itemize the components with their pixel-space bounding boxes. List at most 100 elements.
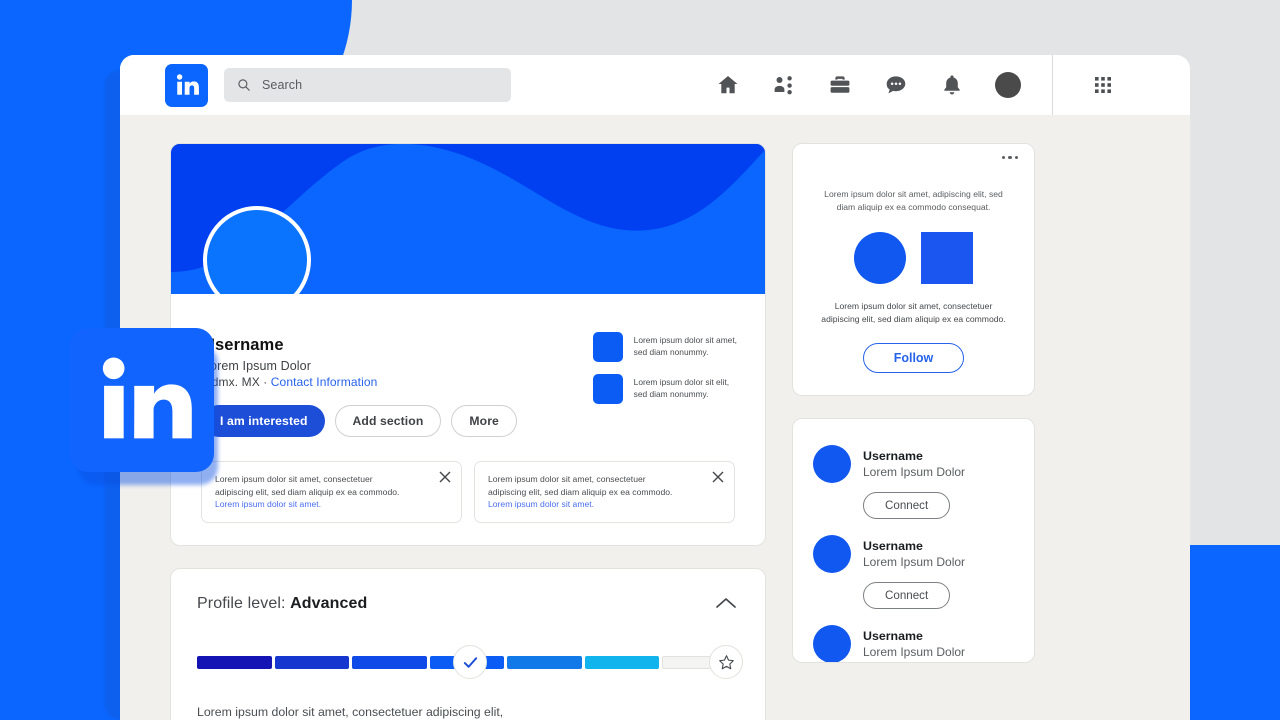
progress-segment bbox=[352, 656, 427, 670]
follow-card-bottom-text: Lorem ipsum dolor sit amet, consectetuer… bbox=[821, 300, 1006, 324]
header-nav bbox=[700, 55, 1131, 115]
linkedin-logo-icon[interactable] bbox=[165, 63, 208, 107]
more-dots-icon[interactable] bbox=[1001, 156, 1018, 160]
avatar bbox=[813, 534, 851, 573]
progress-segment bbox=[507, 656, 582, 670]
more-button[interactable]: More bbox=[451, 405, 517, 437]
notice-card: Lorem ipsum dolor sit amet, consectetuer… bbox=[201, 461, 462, 524]
search-placeholder: Search bbox=[262, 78, 303, 92]
i-am-interested-button[interactable]: I am interested bbox=[203, 405, 325, 437]
profile-action-buttons: I am interested Add section More bbox=[203, 405, 735, 437]
follow-button-wrap: Follow bbox=[813, 342, 1014, 373]
briefcase-icon bbox=[830, 76, 850, 93]
location-separator: · bbox=[259, 375, 271, 389]
chevron-up-icon[interactable] bbox=[713, 591, 739, 617]
header-divider bbox=[1052, 55, 1053, 115]
notice-link[interactable]: Lorem ipsum dolor sit amet. bbox=[488, 499, 594, 509]
follow-card: Lorem ipsum dolor sit amet, adipiscing e… bbox=[792, 143, 1035, 396]
close-icon[interactable] bbox=[439, 471, 451, 483]
experience-item[interactable]: Lorem ipsum dolor sit amet, sed diam non… bbox=[592, 332, 737, 362]
chat-bubble-icon bbox=[886, 76, 906, 94]
notice-line1: Lorem ipsum dolor sit amet, consectetuer bbox=[488, 474, 646, 484]
person-name: Username bbox=[863, 628, 923, 643]
square-shape-icon bbox=[921, 231, 973, 284]
profile-level-header: Profile level: Advanced bbox=[197, 591, 739, 617]
close-icon[interactable] bbox=[712, 471, 724, 483]
progress-check-marker[interactable] bbox=[453, 645, 488, 680]
search-input[interactable]: Search bbox=[224, 68, 511, 102]
person-row[interactable]: Username Lorem Ipsum Dolor bbox=[813, 534, 1014, 573]
profile-level-title: Profile level: Advanced bbox=[197, 595, 367, 613]
connect-wrap: Connect bbox=[813, 581, 1014, 609]
profile-level-description: Lorem ipsum dolor sit amet, consectetuer… bbox=[197, 703, 739, 720]
progress-segment bbox=[197, 656, 272, 670]
profile-identity: Username Lorem Ipsum Dolor Cdmx. MX · Co… bbox=[171, 294, 765, 457]
person-row[interactable]: Username Lorem Ipsum Dolor bbox=[813, 624, 1014, 662]
progress-star-marker[interactable] bbox=[709, 645, 743, 680]
profile-level-label: Profile level: bbox=[197, 595, 286, 613]
connect-button[interactable]: Connect bbox=[863, 491, 951, 519]
people-icon bbox=[774, 76, 792, 95]
progress-segment bbox=[584, 656, 660, 670]
experience-text: Lorem ipsum dolor sit elit, sed diam non… bbox=[633, 377, 730, 399]
profile-level-value: Advanced bbox=[290, 595, 368, 613]
avatar-icon bbox=[995, 72, 1021, 98]
nav-network[interactable] bbox=[756, 55, 812, 115]
linkedin-logo-icon bbox=[102, 357, 192, 439]
profile-level-card: Profile level: Advanced Lorem ipsum dolo… bbox=[170, 568, 766, 720]
follow-card-top-text: Lorem ipsum dolor sit amet, adipiscing e… bbox=[824, 189, 1003, 212]
notice-link[interactable]: Lorem ipsum dolor sit amet. bbox=[215, 499, 321, 509]
person-name: Username bbox=[863, 448, 923, 463]
nav-notifications[interactable] bbox=[924, 55, 980, 115]
contact-information-link[interactable]: Contact Information bbox=[271, 375, 378, 389]
list-item: Username Lorem Ipsum Dolor Connect bbox=[813, 444, 1014, 519]
company-logo-icon bbox=[592, 374, 623, 404]
connect-button[interactable]: Connect bbox=[863, 581, 951, 609]
check-icon bbox=[463, 656, 477, 668]
profile-card: Username Lorem Ipsum Dolor Cdmx. MX · Co… bbox=[170, 143, 766, 547]
avatar bbox=[813, 624, 851, 662]
bell-icon bbox=[944, 75, 960, 95]
grid-apps-icon bbox=[1095, 77, 1111, 93]
list-item: Username Lorem Ipsum Dolor bbox=[813, 624, 1014, 662]
company-logo-icon bbox=[592, 332, 623, 362]
list-item: Username Lorem Ipsum Dolor Connect bbox=[813, 534, 1014, 609]
person-name: Username bbox=[863, 538, 923, 553]
progress-segment bbox=[274, 656, 350, 670]
browser-window: Search Username Lorem Ipsum Dolor Cdmx. … bbox=[120, 55, 1190, 720]
nav-me[interactable] bbox=[980, 55, 1036, 115]
nav-apps[interactable] bbox=[1075, 55, 1131, 115]
app-header: Search bbox=[120, 55, 1190, 115]
star-outline-icon bbox=[718, 654, 734, 669]
add-section-button[interactable]: Add section bbox=[334, 405, 442, 437]
profile-cover-banner bbox=[171, 144, 765, 294]
page-content: Username Lorem Ipsum Dolor Cdmx. MX · Co… bbox=[120, 115, 1190, 720]
experience-text: Lorem ipsum dolor sit amet, sed diam non… bbox=[633, 335, 737, 357]
avatar bbox=[813, 444, 851, 483]
nav-messaging[interactable] bbox=[868, 55, 924, 115]
notice-line1: Lorem ipsum dolor sit amet, consectetuer bbox=[215, 474, 373, 484]
linkedin-badge bbox=[70, 328, 214, 472]
search-icon bbox=[238, 79, 250, 91]
level-desc-line1: Lorem ipsum dolor sit amet, consectetuer… bbox=[197, 705, 504, 720]
home-icon bbox=[718, 76, 738, 94]
notice-line2: adipiscing elit, sed diam aliquip ex ea … bbox=[488, 486, 673, 497]
experience-item[interactable]: Lorem ipsum dolor sit elit, sed diam non… bbox=[592, 374, 737, 404]
nav-jobs[interactable] bbox=[812, 55, 868, 115]
person-subtitle: Lorem Ipsum Dolor bbox=[863, 464, 966, 479]
follow-card-graphics bbox=[813, 231, 1014, 284]
person-subtitle: Lorem Ipsum Dolor bbox=[863, 644, 966, 659]
connect-wrap: Connect bbox=[813, 491, 1014, 519]
profile-experience-list: Lorem ipsum dolor sit amet, sed diam non… bbox=[592, 332, 737, 404]
notice-card: Lorem ipsum dolor sit amet, consectetuer… bbox=[474, 461, 735, 524]
main-column: Username Lorem Ipsum Dolor Cdmx. MX · Co… bbox=[170, 143, 766, 720]
profile-level-progress[interactable] bbox=[197, 645, 743, 680]
profile-notices: Lorem ipsum dolor sit amet, consectetuer… bbox=[171, 457, 765, 545]
people-suggestions-card: Username Lorem Ipsum Dolor Connect Usern… bbox=[792, 417, 1035, 663]
circle-shape-icon bbox=[854, 231, 906, 284]
notice-line2: adipiscing elit, sed diam aliquip ex ea … bbox=[215, 486, 400, 497]
person-row[interactable]: Username Lorem Ipsum Dolor bbox=[813, 444, 1014, 483]
follow-button[interactable]: Follow bbox=[862, 342, 965, 373]
person-subtitle: Lorem Ipsum Dolor bbox=[863, 554, 966, 569]
nav-home[interactable] bbox=[700, 55, 756, 115]
